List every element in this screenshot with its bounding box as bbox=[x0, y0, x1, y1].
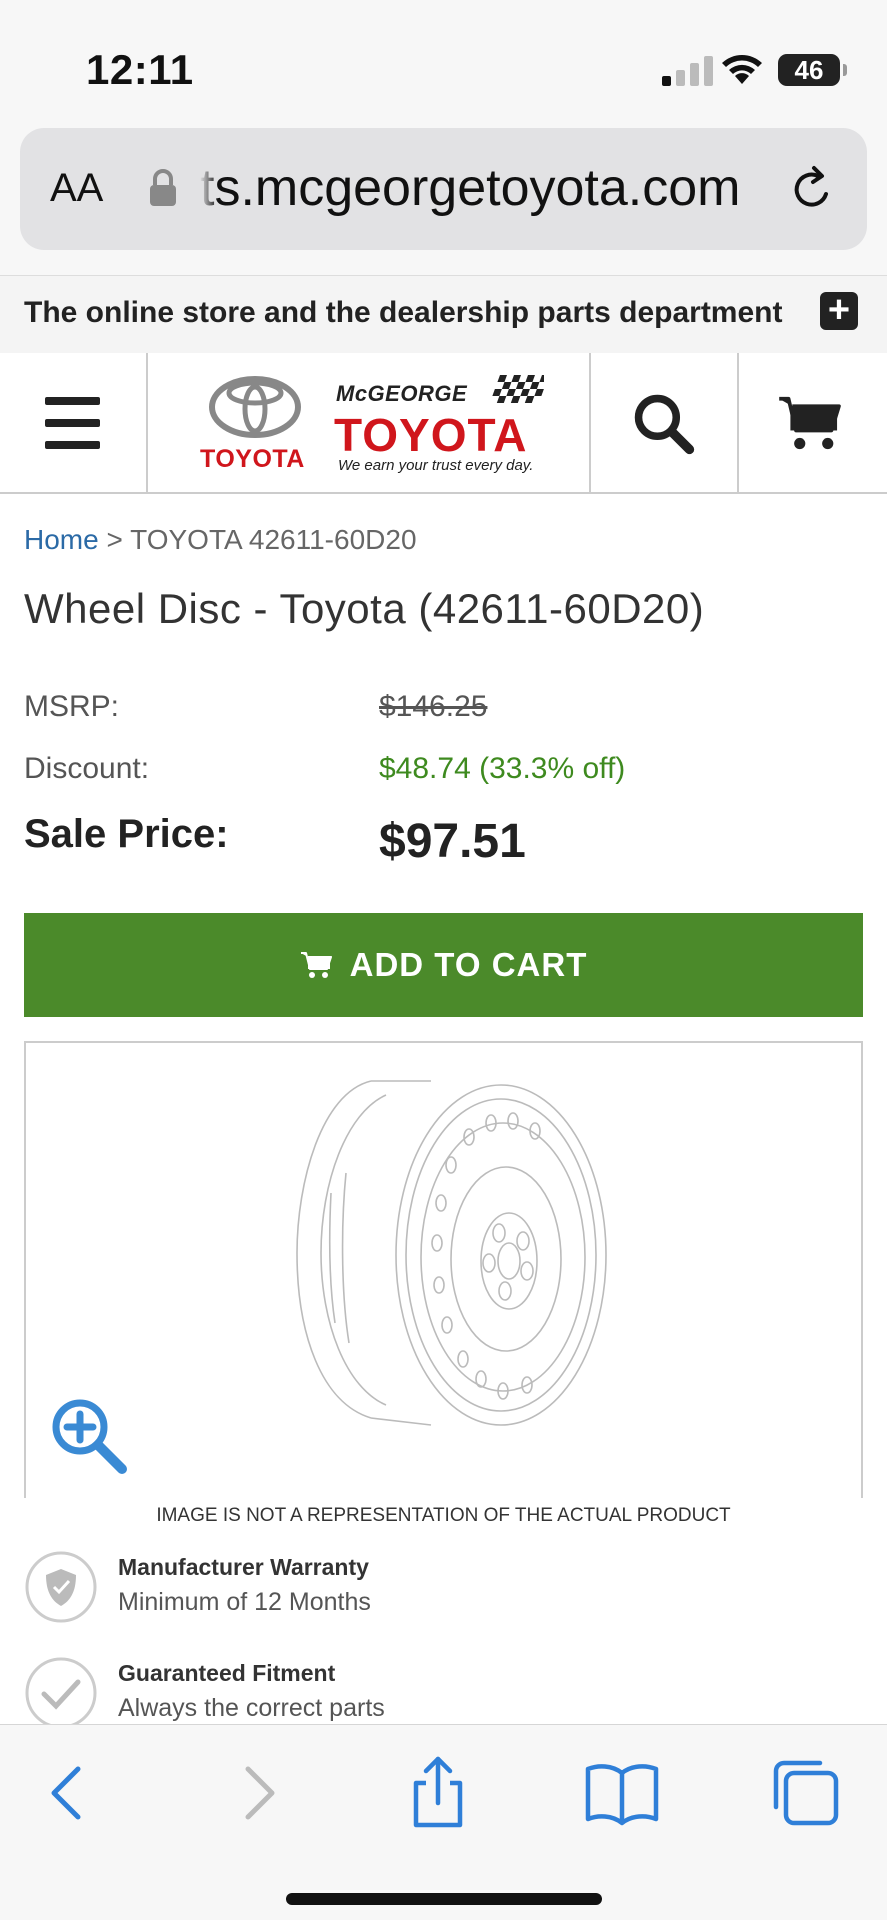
cart-icon bbox=[300, 952, 332, 978]
msrp-label: MSRP: bbox=[24, 690, 120, 723]
cart-button[interactable] bbox=[739, 353, 887, 492]
dealer-tagline: We earn your trust every day. bbox=[338, 457, 534, 474]
menu-button[interactable] bbox=[0, 353, 148, 492]
add-to-cart-label: ADD TO CART bbox=[349, 946, 588, 983]
status-time: 12:11 bbox=[86, 46, 194, 93]
discount-value: $48.74 (33.3% off) bbox=[379, 752, 626, 785]
forward-icon[interactable] bbox=[218, 1753, 298, 1833]
browser-toolbar bbox=[0, 1724, 887, 1920]
add-to-cart-button[interactable]: ADD TO CART bbox=[24, 913, 863, 1017]
feature-title: Manufacturer Warranty bbox=[118, 1554, 369, 1580]
breadcrumb-home-link[interactable]: Home bbox=[24, 524, 99, 555]
text-size-button[interactable]: AA bbox=[50, 166, 103, 211]
address-bar[interactable]: AA ts.mcgeorgetoyota.com bbox=[20, 128, 867, 250]
status-bar: 12:11 46 bbox=[0, 0, 887, 125]
battery-indicator: 46 bbox=[778, 54, 847, 86]
checkered-flag-icon bbox=[492, 375, 544, 403]
shopping-cart-icon bbox=[779, 396, 841, 450]
product-image[interactable] bbox=[24, 1041, 863, 1498]
discount-label: Discount: bbox=[24, 752, 150, 785]
reload-icon[interactable] bbox=[788, 164, 836, 214]
browser-address-area: AA ts.mcgeorgetoyota.com bbox=[0, 125, 887, 275]
feature-subtitle: Minimum of 12 Months bbox=[118, 1588, 371, 1616]
search-button[interactable] bbox=[591, 353, 739, 492]
toyota-emblem-icon bbox=[209, 376, 301, 438]
dealer-name-top: McGEORGE bbox=[336, 381, 468, 406]
expand-plus-icon[interactable]: + bbox=[820, 291, 858, 330]
search-icon bbox=[634, 394, 695, 455]
sale-price-label: Sale Price: bbox=[24, 812, 229, 856]
site-header: TOYOTA McGEORGE TOYOTA We earn your trus… bbox=[0, 353, 887, 494]
dealer-name-big: TOYOTA bbox=[334, 409, 528, 461]
sale-price-value: $97.51 bbox=[379, 815, 526, 868]
site-logo[interactable]: TOYOTA McGEORGE TOYOTA We earn your trus… bbox=[148, 353, 591, 492]
wheel-disc-illustration bbox=[296, 1080, 607, 1426]
announcement-text: The online store and the dealership part… bbox=[24, 296, 783, 329]
image-disclaimer: IMAGE IS NOT A REPRESENTATION OF THE ACT… bbox=[156, 1505, 731, 1526]
wifi-icon bbox=[722, 55, 762, 84]
cellular-signal-icon bbox=[662, 56, 713, 86]
breadcrumb-separator: > bbox=[106, 524, 123, 555]
share-icon[interactable] bbox=[398, 1753, 478, 1833]
back-icon[interactable] bbox=[28, 1753, 108, 1833]
breadcrumb-current: TOYOTA 42611-60D20 bbox=[130, 524, 417, 555]
lock-icon bbox=[150, 169, 176, 206]
feature-subtitle: Always the correct parts bbox=[118, 1694, 385, 1722]
toyota-wordmark: TOYOTA bbox=[200, 445, 305, 473]
bookmarks-icon[interactable] bbox=[582, 1753, 662, 1833]
breadcrumb: Home > TOYOTA 42611-60D20 bbox=[24, 524, 417, 556]
tabs-icon[interactable] bbox=[766, 1753, 846, 1833]
announcement-bar[interactable]: The online store and the dealership part… bbox=[0, 275, 887, 353]
feature-warranty: Manufacturer Warranty Minimum of 12 Mont… bbox=[24, 1550, 864, 1630]
msrp-value: $146.25 bbox=[379, 690, 488, 723]
url-text[interactable]: ts.mcgeorgetoyota.com bbox=[200, 158, 780, 218]
checkmark-icon bbox=[25, 1657, 97, 1729]
home-indicator bbox=[286, 1893, 602, 1905]
feature-title: Guaranteed Fitment bbox=[118, 1660, 336, 1686]
page-title: Wheel Disc - Toyota (42611-60D20) bbox=[24, 585, 705, 632]
zoom-in-icon[interactable] bbox=[48, 1395, 130, 1477]
shield-icon bbox=[25, 1551, 97, 1623]
